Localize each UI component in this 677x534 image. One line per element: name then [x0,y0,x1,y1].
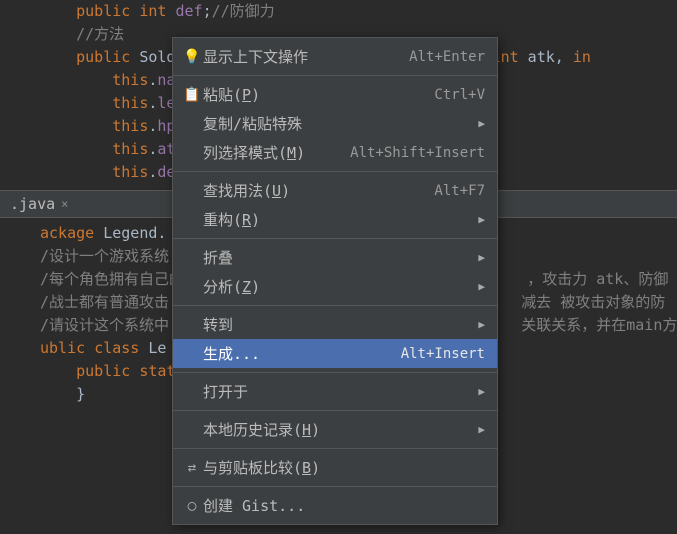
menu-item[interactable]: 💡显示上下文操作Alt+Enter [173,42,497,71]
code-line[interactable]: public int def;//防御力 [0,0,677,23]
menu-item[interactable]: 📋粘贴(P)Ctrl+V [173,80,497,109]
menu-label: 列选择模式(M) [203,142,350,163]
menu-label: 本地历史记录(H) [203,419,472,440]
menu-shortcut: Alt+F7 [434,183,485,199]
menu-separator [173,486,497,487]
chevron-right-icon: ▶ [478,251,485,264]
menu-item[interactable]: 折叠 ▶ [173,243,497,272]
menu-item[interactable]: 本地历史记录(H) ▶ [173,415,497,444]
menu-shortcut: Alt+Enter [409,49,485,65]
menu-separator [173,372,497,373]
menu-item[interactable]: 分析(Z) ▶ [173,272,497,301]
chevron-right-icon: ▶ [478,280,485,293]
menu-separator [173,305,497,306]
chevron-right-icon: ▶ [478,117,485,130]
menu-separator [173,410,497,411]
menu-shortcut: Ctrl+V [434,87,485,103]
menu-item[interactable]: ⇄与剪贴板比较(B) [173,453,497,482]
menu-shortcut: Alt+Shift+Insert [350,145,485,161]
menu-label: 粘贴(P) [203,84,434,105]
menu-label: 转到 [203,314,472,335]
menu-label: 创建 Gist... [203,495,485,516]
chevron-right-icon: ▶ [478,385,485,398]
menu-label: 显示上下文操作 [203,46,409,67]
◯-icon: ◯ [181,498,203,514]
menu-label: 打开于 [203,381,472,402]
menu-label: 折叠 [203,247,472,268]
chevron-right-icon: ▶ [478,318,485,331]
menu-shortcut: Alt+Insert [401,346,485,362]
menu-item[interactable]: 查找用法(U)Alt+F7 [173,176,497,205]
menu-label: 重构(R) [203,209,472,230]
chevron-right-icon: ▶ [478,423,485,436]
menu-separator [173,171,497,172]
menu-item[interactable]: 转到 ▶ [173,310,497,339]
menu-item[interactable]: ◯创建 Gist... [173,491,497,520]
menu-separator [173,75,497,76]
context-menu: 💡显示上下文操作Alt+Enter 📋粘贴(P)Ctrl+V 复制/粘贴特殊 ▶ 列选择… [172,37,498,525]
menu-item[interactable]: 打开于 ▶ [173,377,497,406]
menu-item[interactable]: 列选择模式(M)Alt+Shift+Insert [173,138,497,167]
💡-icon: 💡 [181,49,203,65]
tab-label: .java [10,195,55,213]
file-tab[interactable]: .java × [0,195,78,213]
menu-separator [173,238,497,239]
menu-label: 与剪贴板比较(B) [203,457,485,478]
menu-label: 复制/粘贴特殊 [203,113,472,134]
close-icon[interactable]: × [61,197,68,211]
menu-item[interactable]: 复制/粘贴特殊 ▶ [173,109,497,138]
menu-label: 生成... [203,343,401,364]
menu-item[interactable]: 生成...Alt+Insert [173,339,497,368]
menu-item[interactable]: 重构(R) ▶ [173,205,497,234]
chevron-right-icon: ▶ [478,213,485,226]
⇄-icon: ⇄ [181,460,203,476]
menu-label: 查找用法(U) [203,180,434,201]
📋-icon: 📋 [181,87,203,103]
menu-separator [173,448,497,449]
menu-label: 分析(Z) [203,276,472,297]
